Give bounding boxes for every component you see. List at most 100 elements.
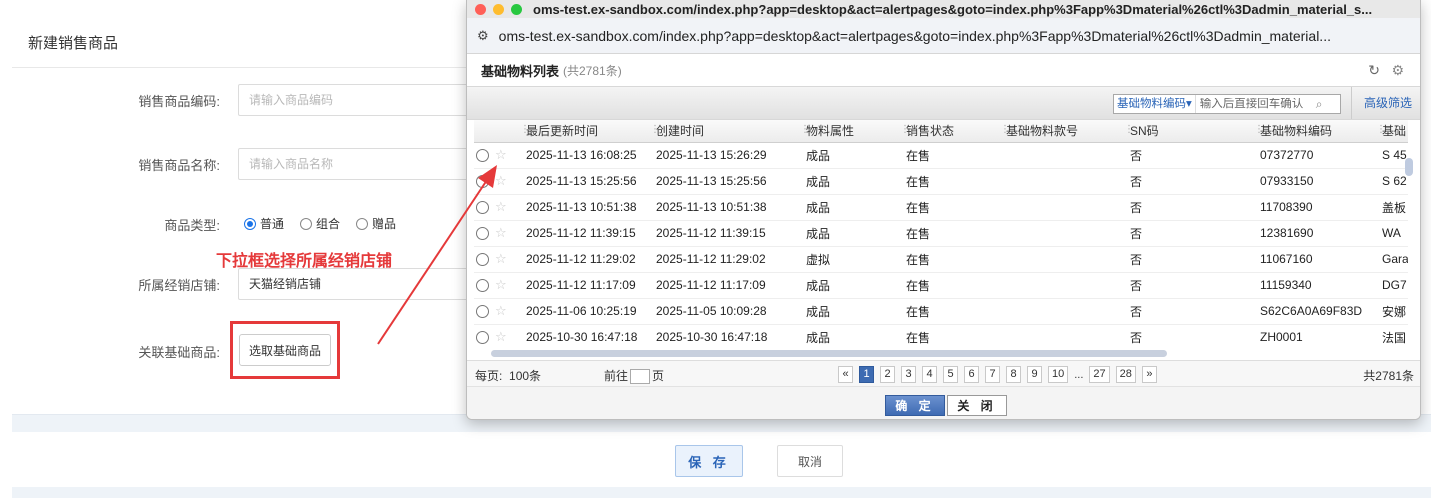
- goto-page-input[interactable]: [630, 369, 651, 385]
- column-header[interactable]: ⋮ 销售状态: [900, 120, 1000, 143]
- page-button[interactable]: 9: [1027, 366, 1042, 383]
- page-button[interactable]: 8: [1006, 366, 1021, 383]
- advanced-filter-link[interactable]: 高级筛选: [1351, 87, 1412, 119]
- table-cell: 否: [1124, 324, 1254, 346]
- star-icon[interactable]: ☆: [495, 329, 507, 345]
- star-icon[interactable]: ☆: [495, 199, 507, 215]
- per-page[interactable]: 每页: 100条: [475, 367, 541, 384]
- basic-goods-label: 关联基础商品:: [138, 345, 220, 360]
- page-button[interactable]: 10: [1048, 366, 1069, 383]
- star-icon[interactable]: ☆: [495, 277, 507, 293]
- table-row[interactable]: ☆ 2025-11-12 11:17:09 2025-11-12 11:17:09 成…: [474, 272, 1408, 299]
- type-option-normal[interactable]: 普通: [244, 215, 284, 232]
- star-icon[interactable]: ☆: [495, 303, 507, 319]
- row-radio[interactable]: [476, 200, 489, 214]
- star-icon[interactable]: ☆: [495, 251, 507, 267]
- row-radio[interactable]: [476, 330, 489, 344]
- name-input[interactable]: [238, 148, 478, 180]
- search-icon[interactable]: ⌕: [1316, 97, 1323, 112]
- table-cell: Gara: [1376, 246, 1408, 273]
- close-window-icon[interactable]: [475, 3, 486, 15]
- list-header: 基础物料列表 (共2781条) ↻ ⚙: [467, 54, 1420, 86]
- table-cell: 2025-11-12 11:29:02: [650, 246, 800, 273]
- star-icon[interactable]: ☆: [495, 173, 507, 189]
- table-row[interactable]: ☆ 2025-11-13 10:51:38 2025-11-13 10:51:38 成…: [474, 194, 1408, 221]
- list-count: (共2781条): [563, 63, 622, 78]
- material-table-wrap: ⋮ 最后更新时间 ⋮ 创建时间 ⋮ 物料属性 ⋮ 销售状态 ⋮ 基础物料款号 ⋮ SN码 ⋮…: [474, 120, 1408, 346]
- vertical-scrollbar[interactable]: [1405, 150, 1413, 340]
- row-select-cell: ☆: [474, 324, 520, 346]
- column-header[interactable]: ⋮ 基础: [1376, 120, 1408, 143]
- column-header[interactable]: ⋮ SN码: [1124, 120, 1254, 143]
- table-row[interactable]: ☆ 2025-11-13 16:08:25 2025-11-13 15:26:29 成…: [474, 142, 1408, 169]
- table-cell: S 62: [1376, 168, 1408, 195]
- row-radio[interactable]: [476, 304, 489, 318]
- column-header[interactable]: ⋮ 创建时间: [650, 120, 800, 143]
- row-select-cell: ☆: [474, 220, 520, 247]
- page-button[interactable]: 5: [943, 366, 958, 383]
- table-cell: 2025-11-06 10:25:19: [520, 298, 650, 325]
- row-radio[interactable]: [476, 174, 489, 188]
- minimize-window-icon[interactable]: [493, 3, 504, 15]
- scroll-thumb[interactable]: [1405, 158, 1413, 176]
- star-icon[interactable]: ☆: [495, 147, 507, 163]
- horizontal-scrollbar[interactable]: [481, 350, 1405, 358]
- search-input[interactable]: [1195, 98, 1314, 110]
- confirm-button[interactable]: 确 定: [885, 395, 945, 416]
- gear-icon[interactable]: ⚙: [1391, 62, 1404, 79]
- page-button[interactable]: 4: [922, 366, 937, 383]
- table-cell: 在售: [900, 246, 1000, 273]
- page-button[interactable]: 27: [1089, 366, 1110, 383]
- page-button[interactable]: 7: [985, 366, 1000, 383]
- column-header[interactable]: ⋮ 基础物料编码: [1254, 120, 1376, 143]
- url-text[interactable]: oms-test.ex-sandbox.com/index.php?app=de…: [499, 28, 1389, 44]
- table-row[interactable]: ☆ 2025-11-13 15:25:56 2025-11-13 15:25:56 成…: [474, 168, 1408, 195]
- table-cell: 成品: [800, 324, 900, 346]
- table-row[interactable]: ☆ 2025-11-06 10:25:19 2025-11-05 10:09:28 成…: [474, 298, 1408, 325]
- type-radio-group: 普通 组合 赠品: [244, 215, 396, 232]
- cancel-button[interactable]: 取消: [777, 445, 843, 477]
- column-header[interactable]: ⋮ 基础物料款号: [1000, 120, 1124, 143]
- pick-basic-goods-button[interactable]: 选取基础商品: [239, 334, 331, 366]
- next-page-button[interactable]: »: [1141, 366, 1157, 383]
- table-row[interactable]: ☆ 2025-11-12 11:39:15 2025-11-12 11:39:15 成…: [474, 220, 1408, 247]
- search-field-select[interactable]: 基础物料编码▾: [1114, 95, 1196, 113]
- page-button[interactable]: 6: [964, 366, 979, 383]
- site-settings-icon[interactable]: ⚙︎: [477, 28, 489, 44]
- star-icon[interactable]: ☆: [495, 225, 507, 241]
- list-title: 基础物料列表: [481, 63, 560, 79]
- page-button[interactable]: 3: [901, 366, 916, 383]
- type-option-combo[interactable]: 组合: [300, 215, 340, 232]
- page-button[interactable]: 28: [1115, 366, 1136, 383]
- row-radio[interactable]: [476, 148, 489, 162]
- table-cell: 成品: [800, 272, 900, 299]
- close-button[interactable]: 关 闭: [947, 395, 1007, 416]
- maximize-window-icon[interactable]: [511, 3, 522, 15]
- table-cell: 2025-10-30 16:47:18: [650, 324, 800, 346]
- row-radio[interactable]: [476, 226, 489, 240]
- page-button[interactable]: 2: [880, 366, 895, 383]
- table-row[interactable]: ☆ 2025-11-12 11:29:02 2025-11-12 11:29:02 虚…: [474, 246, 1408, 273]
- radio-icon: [356, 217, 369, 230]
- store-select[interactable]: 天猫经销店铺: [238, 268, 478, 300]
- prev-page-button[interactable]: «: [838, 366, 853, 383]
- page-button[interactable]: 1: [859, 366, 874, 383]
- search-box: 基础物料编码▾ ⌕: [1113, 94, 1341, 114]
- code-input[interactable]: [238, 84, 478, 116]
- save-button[interactable]: 保 存: [675, 445, 743, 477]
- table-cell: 2025-11-13 15:25:56: [520, 168, 650, 195]
- refresh-icon[interactable]: ↻: [1368, 62, 1380, 79]
- row-radio[interactable]: [476, 278, 489, 292]
- row-radio[interactable]: [476, 252, 489, 266]
- goto-page: 前往页: [604, 369, 665, 385]
- table-cell: 成品: [800, 220, 900, 247]
- type-option-gift[interactable]: 赠品: [356, 215, 396, 232]
- address-bar: ⚙︎ oms-test.ex-sandbox.com/index.php?app…: [467, 18, 1420, 54]
- table-cell: 2025-11-12 11:29:02: [520, 246, 650, 273]
- page-title: 新建销售商品: [28, 35, 119, 52]
- table-row[interactable]: ☆ 2025-10-30 16:47:18 2025-10-30 16:47:18 成…: [474, 324, 1408, 346]
- column-header[interactable]: ⋮ 物料属性: [800, 120, 900, 143]
- row-select-cell: ☆: [474, 168, 520, 195]
- scroll-thumb[interactable]: [491, 350, 1167, 357]
- column-header[interactable]: ⋮ 最后更新时间: [520, 120, 650, 143]
